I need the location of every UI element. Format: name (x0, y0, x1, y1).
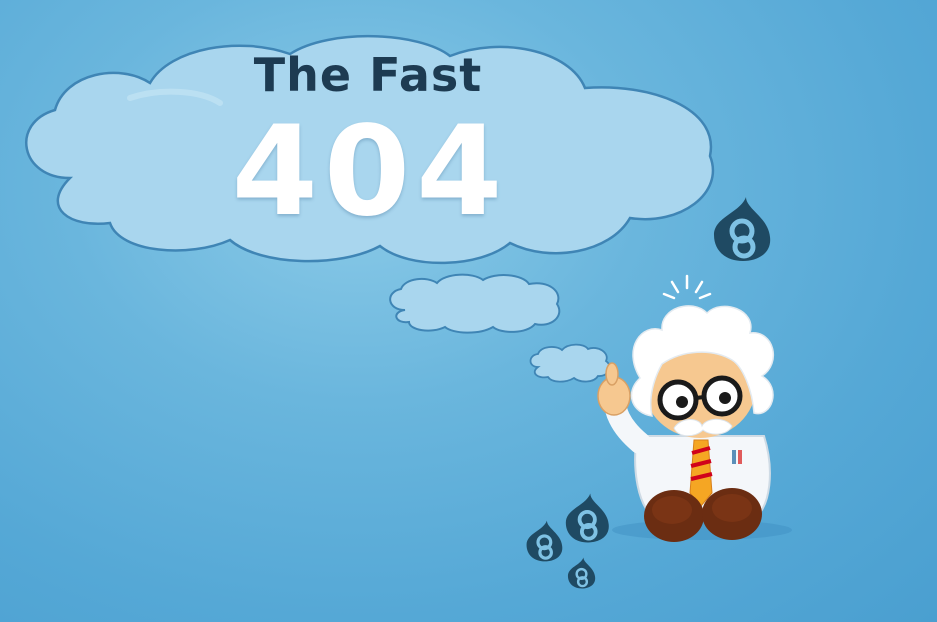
error-404-illustration: The Fast 404 (0, 0, 937, 622)
drupal-8-logo-icon (714, 197, 771, 261)
drupal-8-logo-icon (565, 493, 609, 543)
drupal-8-logo-icon (526, 520, 563, 562)
drupal-8-logo-icon (567, 557, 596, 589)
error-code: 404 (231, 100, 509, 244)
page-title: The Fast (253, 48, 483, 102)
thought-bubble-large (389, 273, 561, 334)
